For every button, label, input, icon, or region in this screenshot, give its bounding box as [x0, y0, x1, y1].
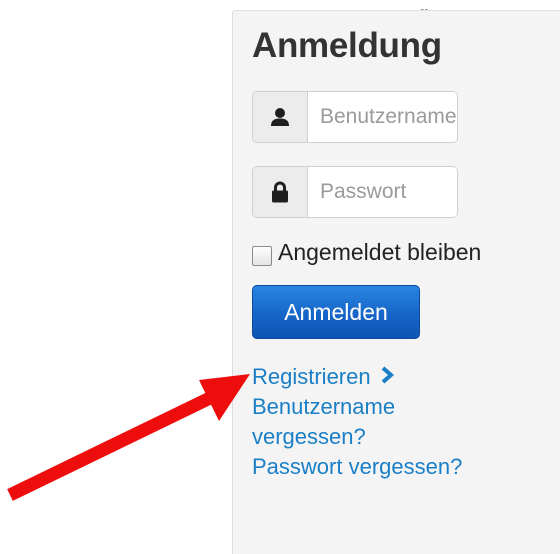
red-arrow	[7, 374, 250, 501]
screenshot-stage: „ Anmeldung Angemeldet bleiben Anmelden …	[0, 0, 560, 554]
